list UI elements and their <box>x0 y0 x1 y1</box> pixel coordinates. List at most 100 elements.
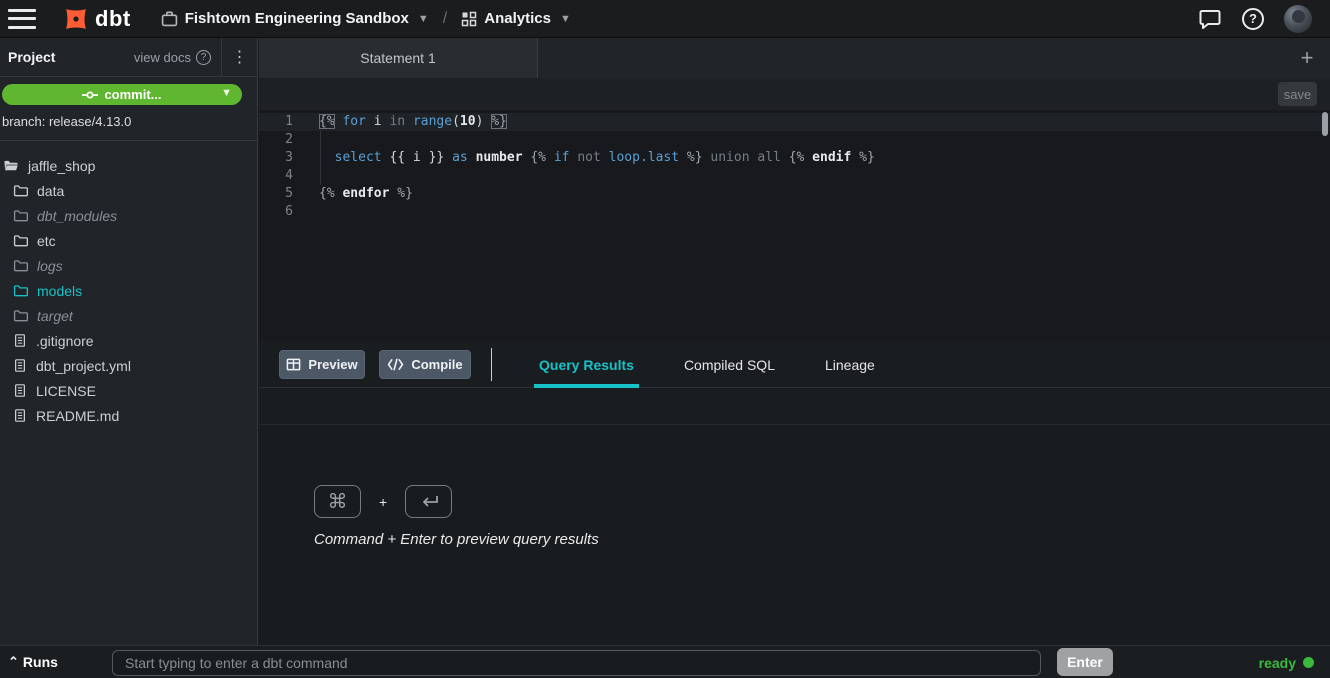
results-toolbar: Preview Compile Query Results Compiled SQ… <box>259 341 1330 388</box>
tree-item-label: target <box>37 308 73 324</box>
table-icon <box>286 357 301 372</box>
results-tabs: Query Results Compiled SQL Lineage <box>534 341 880 388</box>
tree-item-readme-md[interactable]: README.md <box>0 403 258 428</box>
line-number: 6 <box>259 203 307 221</box>
breadcrumb-separator: / <box>443 10 447 28</box>
command-key-icon: ⌘ <box>314 485 361 518</box>
view-docs-link[interactable]: view docs ? <box>134 50 221 65</box>
chat-icon[interactable] <box>1198 7 1222 31</box>
runs-label: Runs <box>23 654 58 670</box>
help-icon[interactable]: ? <box>1242 8 1264 30</box>
line-number: 4 <box>259 167 307 185</box>
code-line-2: 2 <box>259 131 1330 149</box>
folder-open-icon <box>3 158 19 173</box>
file-icon <box>13 333 27 348</box>
commit-chevron-icon[interactable]: ▼ <box>221 87 232 99</box>
project-selector[interactable]: Fishtown Engineering Sandbox ▼ <box>161 10 429 27</box>
hamburger-menu-icon[interactable] <box>8 8 36 30</box>
results-tab-lineage[interactable]: Lineage <box>820 341 880 388</box>
runs-toggle[interactable]: ⌃ Runs <box>8 654 58 670</box>
chevron-down-icon: ▼ <box>560 13 571 25</box>
question-circle-icon: ? <box>196 50 211 65</box>
preview-button[interactable]: Preview <box>279 350 365 379</box>
code-text[interactable] <box>307 131 319 149</box>
briefcase-icon <box>161 10 178 27</box>
line-number: 2 <box>259 131 307 149</box>
sidebar: Project view docs ? ⋮ commit... ▼ branch… <box>0 38 258 645</box>
status-indicator: ready <box>1259 646 1314 678</box>
sidebar-divider <box>0 140 258 141</box>
tree-item-label: etc <box>37 233 56 249</box>
code-line-4: 4 <box>259 167 1330 185</box>
commit-button[interactable]: commit... ▼ <box>2 84 242 105</box>
line-number: 1 <box>259 113 307 131</box>
status-label: ready <box>1259 655 1296 671</box>
folder-icon <box>13 233 28 248</box>
kebab-menu-icon[interactable]: ⋮ <box>221 38 257 77</box>
user-avatar[interactable] <box>1284 5 1312 33</box>
tree-item-label: dbt_modules <box>37 208 117 224</box>
code-text[interactable]: {% endfor %} <box>307 185 413 203</box>
main-area: Statement 1 + save 1{% for i in range(10… <box>259 38 1330 645</box>
tree-item-logs[interactable]: logs <box>0 253 258 278</box>
commit-button-label: commit... <box>104 87 161 102</box>
tree-item-dbt-project-yml[interactable]: dbt_project.yml <box>0 353 258 378</box>
code-line-6: 6 <box>259 203 1330 221</box>
branch-label: branch: release/4.13.0 <box>2 114 131 129</box>
grid-icon <box>461 11 477 27</box>
git-commit-icon <box>82 89 98 101</box>
tree-item-label: data <box>37 183 64 199</box>
project-selector-label: Fishtown Engineering Sandbox <box>185 10 409 27</box>
results-tab-compiled-sql[interactable]: Compiled SQL <box>679 341 780 388</box>
code-text[interactable]: select {{ i }} as number {% if not loop.… <box>307 149 875 167</box>
folder-icon <box>13 258 28 273</box>
tab-statement-1-label: Statement 1 <box>360 50 436 66</box>
tree-item-data[interactable]: data <box>0 178 258 203</box>
code-text[interactable]: {% for i in range(10) %} <box>307 113 507 131</box>
view-docs-label: view docs <box>134 50 191 65</box>
enter-button[interactable]: Enter <box>1057 648 1113 676</box>
top-bar: dbt Fishtown Engineering Sandbox ▼ / Ana… <box>0 0 1330 38</box>
keys-plus: + <box>379 494 387 510</box>
compile-button[interactable]: Compile <box>379 350 471 379</box>
folder-icon <box>13 308 28 323</box>
save-button[interactable]: save <box>1278 82 1317 106</box>
compile-button-label: Compile <box>411 357 462 372</box>
code-editor[interactable]: 1{% for i in range(10) %}23 select {{ i … <box>259 110 1330 341</box>
tree-item--gitignore[interactable]: .gitignore <box>0 328 258 353</box>
results-panel: Preview Compile Query Results Compiled SQ… <box>259 341 1330 645</box>
sidebar-title: Project <box>8 49 55 65</box>
folder-icon <box>13 283 28 298</box>
tree-item-jaffle-shop[interactable]: jaffle_shop <box>0 153 258 178</box>
chevron-down-icon: ▼ <box>418 13 429 25</box>
tree-item-license[interactable]: LICENSE <box>0 378 258 403</box>
tree-item-target[interactable]: target <box>0 303 258 328</box>
tree-item-label: README.md <box>36 408 119 424</box>
folder-icon <box>13 183 28 198</box>
results-tab-query-results[interactable]: Query Results <box>534 341 639 388</box>
dbt-logo-icon <box>56 0 96 38</box>
code-text[interactable] <box>307 167 319 185</box>
code-text[interactable] <box>307 203 319 221</box>
file-icon <box>13 383 27 398</box>
tree-item-label: logs <box>37 258 63 274</box>
dbt-logo-text: dbt <box>95 8 131 30</box>
code-icon <box>387 358 404 371</box>
file-tree: jaffle_shopdata dbt_modulesetc logs models t… <box>0 153 258 428</box>
editor-toolbar: save <box>259 78 1330 110</box>
dbt-logo[interactable]: dbt <box>62 5 131 33</box>
tree-item-models[interactable]: models <box>0 278 258 303</box>
new-tab-button[interactable]: + <box>1292 38 1322 78</box>
tab-statement-1[interactable]: Statement 1 <box>259 38 538 78</box>
file-icon <box>13 408 27 423</box>
dbt-command-input[interactable] <box>112 650 1041 676</box>
editor-scrollbar-thumb[interactable] <box>1322 112 1328 136</box>
environment-selector[interactable]: Analytics ▼ <box>461 10 571 27</box>
tree-item-label: dbt_project.yml <box>36 358 131 374</box>
editor-tab-bar: Statement 1 + <box>259 38 1330 78</box>
dbt-cloud-ide: dbt Fishtown Engineering Sandbox ▼ / Ana… <box>0 0 1330 678</box>
tree-item-etc[interactable]: etc <box>0 228 258 253</box>
code-line-5: 5{% endfor %} <box>259 185 1330 203</box>
tree-item-dbt-modules[interactable]: dbt_modules <box>0 203 258 228</box>
line-number: 5 <box>259 185 307 203</box>
